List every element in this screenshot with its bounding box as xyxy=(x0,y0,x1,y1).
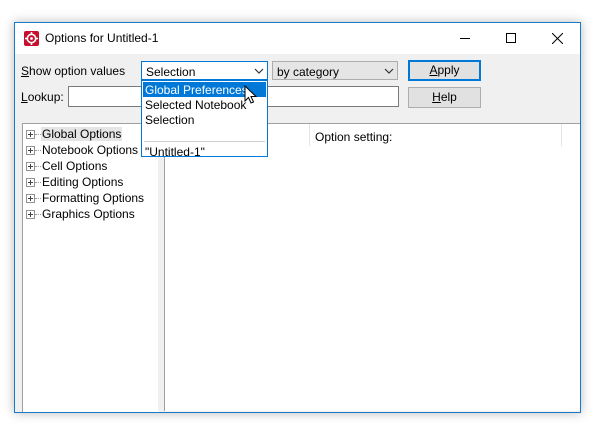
tree-item-label: Global Options xyxy=(41,127,123,141)
tree-item-editing-options[interactable]: Editing Options xyxy=(23,174,159,190)
tree-item-notebook-options[interactable]: Notebook Options xyxy=(23,142,159,158)
mouse-pointer-icon xyxy=(244,84,260,110)
expand-plus-icon[interactable] xyxy=(26,146,35,155)
show-values-combo[interactable]: Selection xyxy=(141,61,268,80)
title-bar[interactable]: Options for Untitled-1 xyxy=(15,23,580,54)
maximize-icon xyxy=(506,33,516,43)
chevron-down-icon[interactable] xyxy=(381,62,397,79)
apply-button[interactable]: Apply xyxy=(408,60,481,81)
app-gear-icon xyxy=(24,31,39,46)
tree-item-label: Formatting Options xyxy=(42,191,145,205)
expand-plus-icon[interactable] xyxy=(26,194,35,203)
maximize-button[interactable] xyxy=(488,23,534,54)
expand-plus-icon[interactable] xyxy=(26,178,35,187)
column-divider[interactable] xyxy=(309,124,310,146)
window-title: Options for Untitled-1 xyxy=(45,31,159,45)
tree-item-graphics-options[interactable]: Graphics Options xyxy=(23,206,159,222)
minimize-icon xyxy=(460,38,470,39)
category-combo-value: by category xyxy=(277,65,340,79)
show-values-combo-value: Selection xyxy=(146,65,196,79)
tree-item-formatting-options[interactable]: Formatting Options xyxy=(23,190,159,206)
close-button[interactable] xyxy=(534,23,580,54)
show-option-values-label: Show option values xyxy=(21,64,126,78)
tree-item-label: Graphics Options xyxy=(42,207,135,221)
tree-item-label: Editing Options xyxy=(42,175,124,189)
help-button[interactable]: Help xyxy=(408,87,481,108)
options-dialog: Options for Untitled-1 Show option value… xyxy=(14,22,581,413)
chevron-down-icon[interactable] xyxy=(251,62,267,79)
tree-item-label: Cell Options xyxy=(42,159,108,173)
tree-item-cell-options[interactable]: Cell Options xyxy=(23,158,159,174)
options-table[interactable]: Option setting: xyxy=(164,123,580,411)
dropdown-option-untitled-1[interactable]: "Untitled-1" xyxy=(143,144,266,159)
dropdown-option-selection[interactable]: Selection xyxy=(143,112,266,127)
minimize-button[interactable] xyxy=(442,23,488,54)
lookup-label: Lookup: xyxy=(21,90,64,104)
column-header-option-setting[interactable]: Option setting: xyxy=(315,124,555,146)
tree-item-global-options[interactable]: Global Options xyxy=(23,126,159,142)
tree-item-label: Notebook Options xyxy=(42,143,139,157)
expand-plus-icon[interactable] xyxy=(26,162,35,171)
expand-plus-icon[interactable] xyxy=(26,130,35,139)
options-tree[interactable]: Global Options Notebook Options Cell Opt… xyxy=(22,123,159,412)
close-icon xyxy=(552,33,563,44)
expand-plus-icon[interactable] xyxy=(26,210,35,219)
category-combo[interactable]: by category xyxy=(272,61,398,80)
dropdown-separator xyxy=(144,141,265,142)
column-divider[interactable] xyxy=(561,124,562,146)
